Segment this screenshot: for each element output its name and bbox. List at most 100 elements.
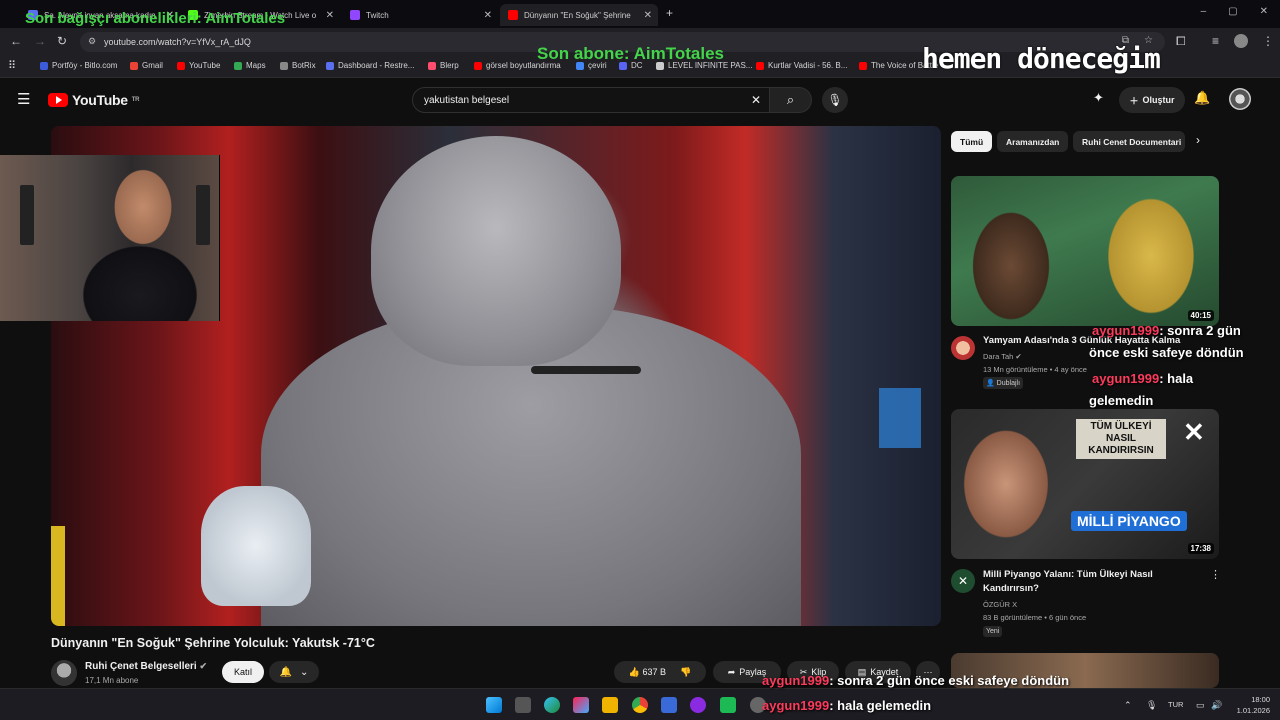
channel-avatar[interactable] — [51, 660, 77, 686]
dislike-button[interactable]: 👎 — [680, 667, 691, 678]
minimize-icon[interactable]: – — [1201, 6, 1207, 17]
maximize-icon[interactable]: ▢ — [1228, 6, 1237, 17]
subscribe-notifications-button[interactable]: 🔔 ⌄ — [269, 661, 319, 683]
profile-avatar[interactable] — [1234, 34, 1248, 48]
like-button[interactable]: 👍 637 B — [629, 667, 666, 678]
reload-icon[interactable]: ↻ — [57, 34, 67, 48]
channel-avatar[interactable] — [951, 336, 975, 360]
more-options-icon[interactable]: ⋮ — [1210, 568, 1221, 581]
chat-text: : sonra 2 gün — [1159, 323, 1241, 338]
chevron-right-icon[interactable]: › — [1196, 133, 1200, 147]
twitch-favicon-icon — [350, 10, 360, 20]
blerp-icon — [428, 61, 436, 70]
notifications-bell-icon[interactable]: 🔔 — [1194, 90, 1210, 106]
related-video-thumbnail[interactable]: 40:15 — [951, 176, 1219, 326]
chrome-icon[interactable] — [632, 697, 648, 713]
clock-date: 1.01.2026 — [1236, 706, 1270, 715]
clock[interactable]: 18:00 1.01.2026 — [1237, 694, 1270, 716]
related-video-meta: 13 Mn görüntüleme • 4 ay önce — [983, 365, 1087, 374]
bookmark-item[interactable]: Portföy - Bitlo.com — [40, 61, 117, 70]
bookmark-item[interactable]: YouTube — [177, 61, 220, 70]
app-icon[interactable] — [720, 697, 736, 713]
youtube-header: ☰ YouTube TR yakutistan belgesel ✕ ⌕ 🎙 ✦… — [0, 78, 1280, 122]
bitlo-icon — [40, 61, 48, 70]
bookmark-item[interactable]: BotRix — [280, 61, 316, 70]
clock-time: 18:00 — [1251, 695, 1270, 704]
chip-all[interactable]: Tümü — [951, 131, 993, 152]
network-icon[interactable]: ▭ — [1196, 700, 1205, 711]
bookmark-item[interactable]: Kurtlar Vadisi - 56. B... — [756, 61, 847, 70]
url-text: youtube.com/watch?v=YfVx_rA_dJQ — [104, 37, 251, 47]
botrix-icon — [280, 61, 288, 70]
start-menu-icon[interactable] — [486, 697, 502, 713]
channel-name[interactable]: Ruhi Çenet Belgeselleri ✔ — [85, 661, 207, 672]
video-frame-hood — [371, 136, 621, 366]
audio-icon: 👤 — [986, 380, 995, 387]
browser-tab-4-active[interactable]: Dünyanın "En Soğuk" Şehrine ✕ — [500, 4, 658, 26]
extension-icon[interactable]: ✦ — [1093, 90, 1104, 106]
tray-mic-icon[interactable]: 🎙 — [1146, 700, 1157, 711]
gmail-icon — [130, 61, 138, 70]
guide-menu-icon[interactable]: ☰ — [17, 90, 30, 108]
tab-title: Dünyanın "En Soğuk" Şehrine — [524, 10, 631, 20]
related-channel-name[interactable]: Dara Tah ✔ — [983, 352, 1022, 361]
app-icon[interactable] — [661, 697, 677, 713]
clear-search-icon[interactable]: ✕ — [751, 93, 761, 107]
file-explorer-icon[interactable] — [602, 697, 618, 713]
close-window-icon[interactable]: ✕ — [1260, 6, 1268, 17]
join-button[interactable]: Katıl — [222, 661, 264, 683]
browser-tab-3[interactable]: Twitch ✕ — [342, 4, 498, 26]
create-button[interactable]: ＋ Oluştur — [1119, 87, 1185, 113]
youtube-favicon-icon — [508, 10, 518, 20]
chat-message-cont: gelemedin — [1089, 393, 1154, 408]
logo-text: YouTube — [72, 92, 128, 108]
site-info-icon[interactable]: ⚙ — [88, 36, 96, 47]
browser-menu-icon[interactable]: ⋮ — [1262, 34, 1274, 48]
chip-from-search[interactable]: Aramanızdan — [997, 131, 1069, 152]
new-tab-button[interactable]: + — [666, 6, 673, 20]
input-language[interactable]: TUR — [1168, 700, 1183, 709]
task-view-icon[interactable] — [515, 697, 531, 713]
tray-chevron-up-icon[interactable]: ⌃ — [1124, 700, 1132, 711]
bookmark-label: Kurtlar Vadisi - 56. B... — [768, 61, 848, 70]
related-channel-name[interactable]: ÖZGÜR X — [983, 600, 1017, 609]
back-icon[interactable]: ← — [10, 34, 22, 48]
app-icon[interactable] — [690, 697, 706, 713]
chat-message: aygun1999: hala — [1092, 371, 1193, 386]
volume-icon[interactable]: 🔊 — [1211, 700, 1222, 711]
restream-icon — [326, 61, 334, 70]
bookmark-item[interactable]: Maps — [234, 61, 266, 70]
youtube-logo[interactable]: YouTube TR — [48, 92, 139, 108]
channel-x-avatar-icon[interactable]: ✕ — [951, 569, 975, 593]
chat-text: : hala — [1159, 371, 1194, 386]
forward-icon[interactable]: → — [34, 34, 46, 48]
close-tab-icon[interactable]: ✕ — [484, 10, 492, 21]
related-video-thumbnail[interactable]: TÜM ÜLKEYİ NASIL KANDIRIRSIN MİLLİ PİYAN… — [951, 409, 1219, 559]
chat-username: aygun1999 — [762, 698, 830, 713]
bookmark-item[interactable]: Gmail — [130, 61, 163, 70]
video-frame-detail — [531, 366, 641, 374]
media-controls-icon[interactable]: ≡ — [1212, 34, 1219, 48]
bookmark-label: BotRix — [292, 61, 316, 70]
copilot-icon[interactable] — [573, 697, 589, 713]
bookmark-label: Blerp — [440, 61, 459, 70]
video-title: Dünyanın "En Soğuk" Şehrine Yolculuk: Ya… — [51, 636, 375, 650]
chip-channel[interactable]: Ruhi Cenet Documentari — [1073, 131, 1185, 152]
search-input[interactable]: yakutistan belgesel ✕ — [412, 87, 770, 113]
thumbnail-logo-text: MİLLİ PİYANGO — [1071, 511, 1187, 531]
bookmark-item[interactable]: Blerp — [428, 61, 459, 70]
related-video-title[interactable]: Milli Piyango Yalanı: Tüm Ülkeyi Nasıl K… — [983, 568, 1203, 596]
apps-grid-icon[interactable]: ⠿ — [8, 59, 16, 72]
close-tab-icon[interactable]: ✕ — [644, 10, 652, 21]
edge-icon[interactable] — [544, 697, 560, 713]
extensions-icon[interactable]: ⧠ — [1176, 34, 1186, 49]
account-avatar[interactable] — [1229, 88, 1251, 110]
chat-message: aygun1999: sonra 2 gün önce eski safeye … — [762, 673, 1069, 688]
voice-search-button[interactable]: 🎙 — [822, 87, 848, 113]
window-controls: – ▢ ✕ — [1201, 6, 1268, 17]
verified-icon: ✔ — [199, 661, 208, 671]
close-tab-icon[interactable]: ✕ — [326, 10, 334, 21]
search-button[interactable]: ⌕ — [770, 87, 812, 113]
bookmark-item[interactable]: Dashboard - Restre... — [326, 61, 414, 70]
chat-text: : hala gelemedin — [829, 698, 932, 713]
